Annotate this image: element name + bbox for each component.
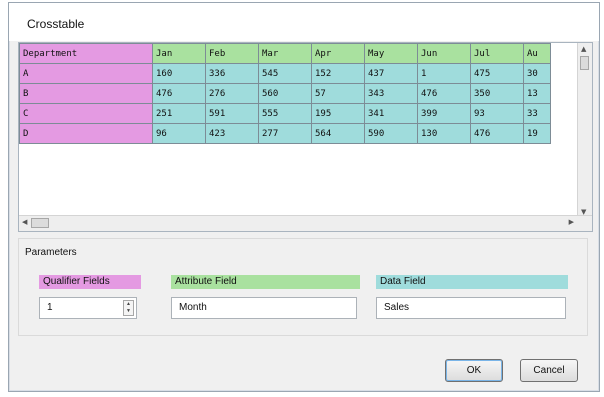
- row-header[interactable]: A: [19, 63, 153, 84]
- table-row: C 251 591 555 195 341 399 93 33: [19, 103, 551, 124]
- parameters-group: Parameters Qualifier Fields Attribute Fi…: [18, 238, 588, 336]
- table-cell[interactable]: 30: [523, 63, 551, 84]
- qualifier-fields-value: 1: [47, 302, 53, 313]
- table-cell[interactable]: 341: [364, 103, 418, 124]
- qualifier-fields-label: Qualifier Fields: [39, 275, 141, 289]
- stepper-buttons[interactable]: ▲ ▼: [123, 300, 134, 316]
- table-cell[interactable]: 19: [523, 123, 551, 144]
- row-header[interactable]: D: [19, 123, 153, 144]
- crosstable-grid[interactable]: Department Jan Feb Mar Apr May Jun Jul A…: [18, 42, 593, 232]
- table-cell[interactable]: 555: [258, 103, 312, 124]
- horizontal-scroll-thumb[interactable]: [31, 218, 49, 228]
- table-cell[interactable]: 475: [470, 63, 524, 84]
- table-cell[interactable]: 476: [417, 83, 471, 104]
- table-cell[interactable]: 564: [311, 123, 365, 144]
- scroll-right-arrow-icon[interactable]: ▶: [569, 218, 574, 226]
- parameters-title: Parameters: [25, 247, 77, 258]
- table-cell[interactable]: 545: [258, 63, 312, 84]
- table-cell[interactable]: 336: [205, 63, 259, 84]
- table-cell[interactable]: 277: [258, 123, 312, 144]
- vertical-scrollbar[interactable]: ▲ ▼: [577, 43, 592, 218]
- table-cell[interactable]: 130: [417, 123, 471, 144]
- column-header[interactable]: May: [364, 43, 418, 64]
- attribute-field-input[interactable]: Month: [171, 297, 357, 319]
- table-cell[interactable]: 276: [205, 83, 259, 104]
- table-cell[interactable]: 350: [470, 83, 524, 104]
- table-cell[interactable]: 57: [311, 83, 365, 104]
- stepper-up-icon[interactable]: ▲: [124, 301, 133, 308]
- qualifier-fields-stepper[interactable]: 1 ▲ ▼: [39, 297, 137, 319]
- column-header[interactable]: Au: [523, 43, 551, 64]
- scroll-up-arrow-icon[interactable]: ▲: [581, 45, 586, 53]
- table-cell[interactable]: 13: [523, 83, 551, 104]
- table-cell[interactable]: 160: [152, 63, 206, 84]
- table-row: A 160 336 545 152 437 1 475 30: [19, 63, 551, 84]
- table-row: D 96 423 277 564 590 130 476 19: [19, 123, 551, 144]
- table-cell[interactable]: 93: [470, 103, 524, 124]
- data-field-label: Data Field: [376, 275, 568, 289]
- column-header[interactable]: Apr: [311, 43, 365, 64]
- column-header[interactable]: Jan: [152, 43, 206, 64]
- table-cell[interactable]: 591: [205, 103, 259, 124]
- column-header-department[interactable]: Department: [19, 43, 153, 64]
- table-cell[interactable]: 152: [311, 63, 365, 84]
- table-cell[interactable]: 96: [152, 123, 206, 144]
- table-cell[interactable]: 1: [417, 63, 471, 84]
- table-cell[interactable]: 399: [417, 103, 471, 124]
- attribute-field-label: Attribute Field: [171, 275, 360, 289]
- table-cell[interactable]: 476: [470, 123, 524, 144]
- table-cell[interactable]: 343: [364, 83, 418, 104]
- vertical-scroll-thumb[interactable]: [580, 56, 589, 70]
- row-header[interactable]: B: [19, 83, 153, 104]
- table-cell[interactable]: 590: [364, 123, 418, 144]
- crosstable-table: Department Jan Feb Mar Apr May Jun Jul A…: [19, 43, 551, 144]
- table-cell[interactable]: 195: [311, 103, 365, 124]
- cancel-button[interactable]: Cancel: [520, 359, 578, 382]
- stepper-down-icon[interactable]: ▼: [124, 308, 133, 315]
- table-cell[interactable]: 560: [258, 83, 312, 104]
- column-header[interactable]: Mar: [258, 43, 312, 64]
- column-header[interactable]: Jul: [470, 43, 524, 64]
- table-cell[interactable]: 251: [152, 103, 206, 124]
- column-header[interactable]: Jun: [417, 43, 471, 64]
- table-row: B 476 276 560 57 343 476 350 13: [19, 83, 551, 104]
- ok-button[interactable]: OK: [445, 359, 503, 382]
- column-header[interactable]: Feb: [205, 43, 259, 64]
- table-cell[interactable]: 423: [205, 123, 259, 144]
- data-field-input[interactable]: Sales: [376, 297, 566, 319]
- table-cell[interactable]: 437: [364, 63, 418, 84]
- table-cell[interactable]: 476: [152, 83, 206, 104]
- scroll-left-arrow-icon[interactable]: ◀: [22, 218, 27, 226]
- title-bar: Crosstable: [9, 3, 599, 41]
- header-row: Department Jan Feb Mar Apr May Jun Jul A…: [19, 43, 551, 64]
- dialog-title: Crosstable: [27, 17, 85, 31]
- horizontal-scrollbar[interactable]: ◀ ▶: [19, 215, 592, 231]
- table-cell[interactable]: 33: [523, 103, 551, 124]
- row-header[interactable]: C: [19, 103, 153, 124]
